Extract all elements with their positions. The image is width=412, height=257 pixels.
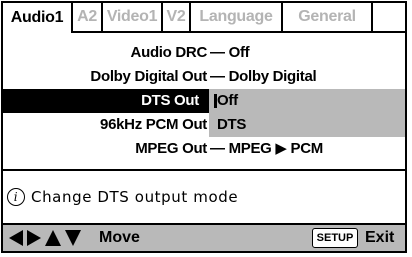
setup-button[interactable]: SETUP bbox=[312, 228, 358, 248]
tab-bar: Audio1 A2 Video1 V2 Language General bbox=[3, 3, 405, 33]
setting-value: — Dolby Digital bbox=[210, 68, 317, 85]
tab-language[interactable]: Language bbox=[191, 3, 283, 33]
tab-general[interactable]: General bbox=[283, 3, 373, 33]
tab-video1[interactable]: Video1 bbox=[103, 3, 163, 33]
selection-cursor bbox=[214, 94, 217, 108]
setting-label: 96kHz PCM Out bbox=[100, 116, 207, 133]
setting-row-96khz-pcm-out[interactable]: 96kHz PCM Out bbox=[3, 113, 405, 137]
tab-audio1[interactable]: Audio1 bbox=[3, 3, 73, 33]
settings-screen: Audio1 A2 Video1 V2 Language General Aud… bbox=[1, 1, 407, 253]
tab-a2[interactable]: A2 bbox=[73, 3, 103, 33]
setting-value: — Off bbox=[210, 44, 250, 61]
setting-label-selected: DTS Out bbox=[141, 92, 199, 109]
setting-label: MPEG Out bbox=[135, 140, 207, 157]
move-label: Move bbox=[99, 229, 140, 246]
footer-bar: Move SETUP Exit bbox=[3, 225, 405, 251]
down-arrow-icon bbox=[65, 230, 81, 246]
setting-label: Dolby Digital Out bbox=[90, 68, 207, 85]
tab-v2[interactable]: V2 bbox=[163, 3, 191, 33]
info-text: Change DTS output mode bbox=[31, 188, 239, 206]
option-off[interactable]: Off bbox=[209, 89, 405, 113]
exit-label[interactable]: Exit bbox=[365, 225, 394, 251]
info-message: i Change DTS output mode bbox=[7, 185, 238, 209]
right-arrow-icon bbox=[27, 230, 41, 246]
setting-row-dolby-digital-out[interactable]: Dolby Digital Out — Dolby Digital bbox=[3, 65, 405, 89]
setting-label: Audio DRC bbox=[130, 44, 208, 61]
tab-bar-rule bbox=[373, 3, 405, 33]
up-arrow-icon bbox=[45, 230, 61, 246]
navigation-arrows bbox=[9, 230, 81, 246]
setting-row-mpeg-out[interactable]: MPEG Out — MPEG ▶ PCM bbox=[3, 137, 405, 161]
setting-row-dts-out[interactable]: DTS Out bbox=[3, 89, 209, 113]
info-icon: i bbox=[7, 188, 25, 206]
left-arrow-icon bbox=[9, 230, 23, 246]
setting-value: — MPEG ▶ PCM bbox=[210, 140, 323, 157]
setting-row-audio-drc[interactable]: Audio DRC — Off bbox=[3, 41, 405, 65]
divider bbox=[3, 169, 405, 171]
